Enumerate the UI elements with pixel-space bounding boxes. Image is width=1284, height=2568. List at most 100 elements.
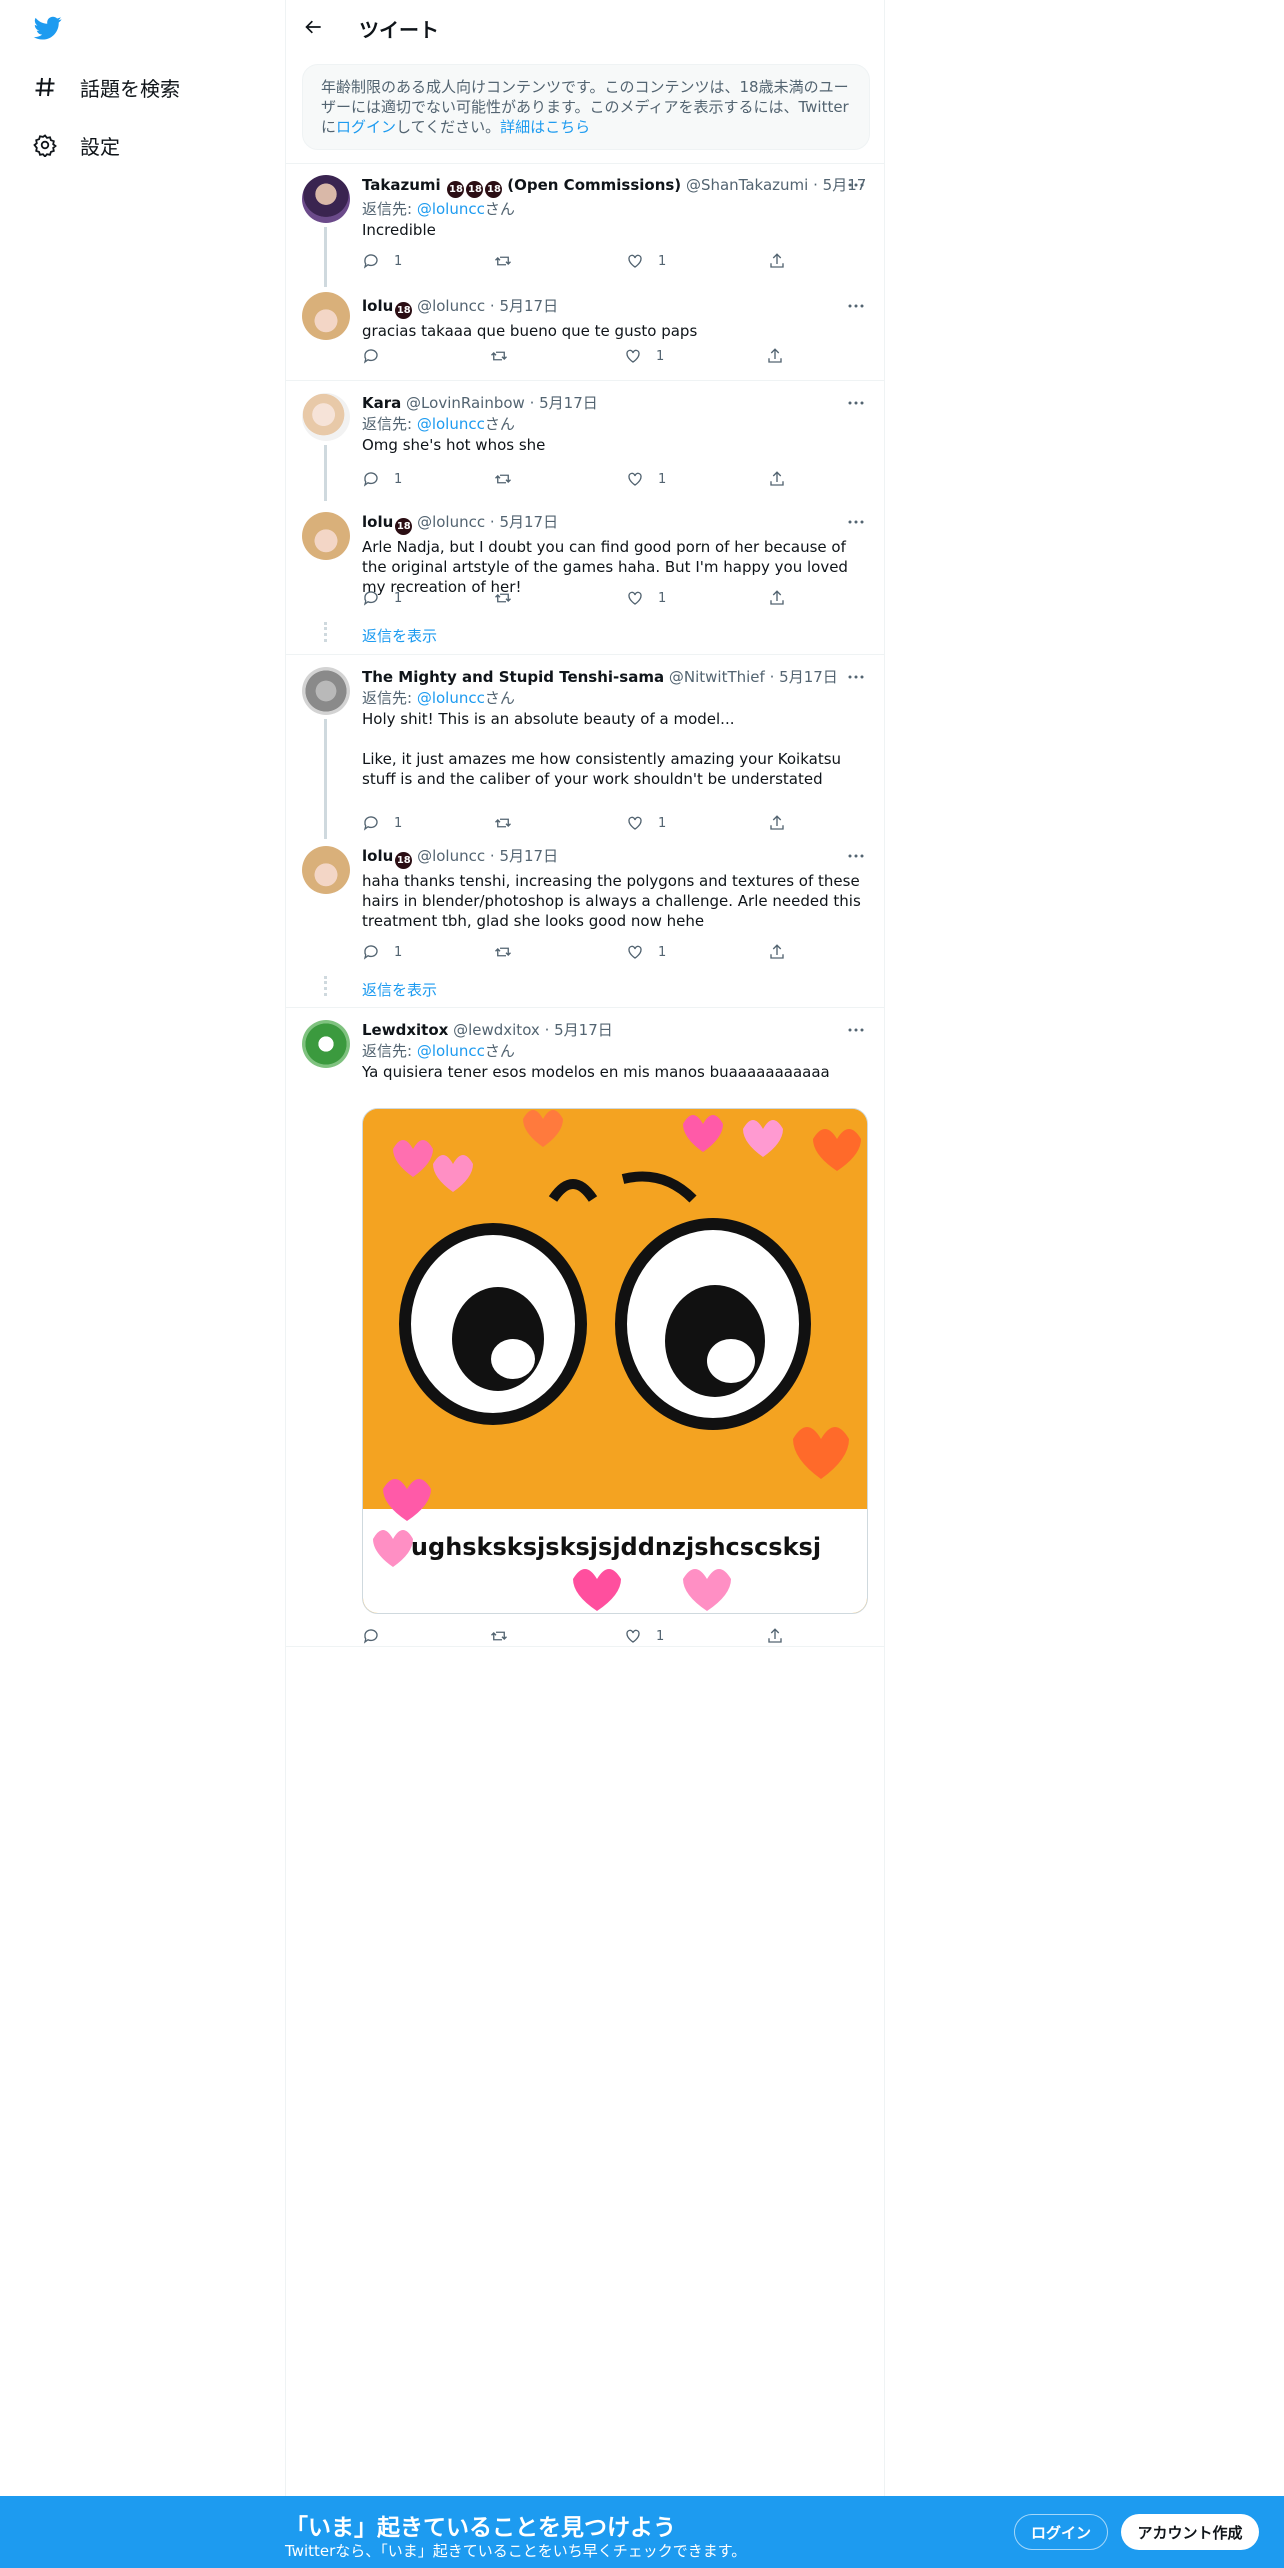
retweet-icon [495,947,511,957]
author-name-suffix[interactable]: (Open Commissions) [507,176,681,194]
avatar[interactable] [302,846,350,894]
like-count: 1 [658,590,667,606]
retweet-button[interactable] [490,346,522,366]
more-icon[interactable] [844,296,868,316]
more-icon[interactable] [844,393,868,413]
tweet-date[interactable]: 5月17日 [499,513,558,531]
author-handle[interactable]: @NitwitThief [669,668,765,686]
reply-button[interactable] [362,1626,394,1646]
reply-button[interactable]: 1 [362,469,402,489]
retweet-button[interactable] [494,251,526,271]
share-button[interactable] [766,346,784,366]
reply-button[interactable]: 1 [362,251,402,271]
login-button[interactable]: ログイン [1014,2514,1108,2550]
avatar[interactable] [302,292,350,340]
mention-link[interactable]: @loluncc [417,415,485,433]
tweet[interactable]: Takazumi 18 18 18 (Open Commissions) @Shan… [286,163,884,287]
share-button[interactable] [768,588,786,608]
retweet-button[interactable] [494,588,526,608]
tweet-media-image[interactable]: ughsksksjsksjsjddnzjshcscsksj [362,1108,868,1614]
author-handle[interactable]: @LovinRainbow [406,394,525,412]
avatar[interactable] [302,175,350,223]
more-icon[interactable] [844,512,868,532]
arrow-left-icon[interactable] [300,13,328,41]
more-icon[interactable] [844,1020,868,1040]
tweet-date[interactable]: 5月17日 [499,297,558,315]
sidebar-item-settings[interactable]: 設定 [32,125,120,165]
like-button[interactable]: 1 [626,469,666,489]
reply-icon [363,1629,378,1644]
author-name[interactable]: The Mighty and Stupid Tenshi-sama [362,668,664,686]
author-name[interactable]: lolu [362,297,393,315]
like-button[interactable]: 1 [624,346,664,366]
like-button[interactable]: 1 [626,813,666,833]
retweet-button[interactable] [494,813,526,833]
login-link[interactable]: ログイン [336,118,396,136]
tweet[interactable]: Kara @LovinRainbow · 5月17日 返信先: @loluncc… [286,381,884,501]
avatar[interactable] [302,512,350,560]
show-replies-link[interactable]: 返信を表示 [362,625,437,646]
age-badge: 18 [466,181,484,198]
tweet[interactable]: Lewdxitox @lewdxitox · 5月17日 返信先: @lolun… [286,1008,884,1646]
banner-subtitle: Twitterなら、「いま」起きていることをいち早くチェックできます。 [285,2542,747,2560]
tweet[interactable]: The Mighty and Stupid Tenshi-sama @Nitwi… [286,655,884,839]
author-handle[interactable]: @loluncc [417,513,485,531]
signup-button[interactable]: アカウント作成 [1121,2514,1259,2550]
twitter-bird-icon[interactable] [32,14,66,44]
like-button[interactable]: 1 [626,251,666,271]
tweet[interactable]: lolu 18 @loluncc · 5月17日 Arle Nadja, but … [286,500,884,642]
reply-button[interactable] [362,346,394,366]
share-button[interactable] [766,1626,784,1646]
tweet[interactable]: lolu 18 @loluncc · 5月17日 haha thanks tens… [286,834,884,996]
share-icon [770,253,784,268]
mention-link[interactable]: @loluncc [417,200,485,218]
age-badge: 18 [395,852,413,869]
reply-button[interactable]: 1 [362,813,402,833]
tweet-date[interactable]: 5月17日 [554,1021,613,1039]
author-name[interactable]: Kara [362,394,401,412]
tweet-date[interactable]: 5月17日 [499,847,558,865]
more-icon[interactable] [844,175,868,195]
like-button[interactable]: 1 [626,942,666,962]
show-replies-link[interactable]: 返信を表示 [362,979,437,1000]
author-name[interactable]: Lewdxitox [362,1021,448,1039]
retweet-button[interactable] [494,469,526,489]
mention-link[interactable]: @loluncc [417,1042,485,1060]
like-button[interactable]: 1 [624,1626,664,1646]
avatar[interactable] [302,667,350,715]
reply-button[interactable]: 1 [362,588,402,608]
tweet-actions: 1 [362,346,802,366]
mention-link[interactable]: @loluncc [417,689,485,707]
more-icon[interactable] [844,667,868,687]
share-button[interactable] [768,942,786,962]
divider [286,1646,884,1647]
reply-to: 返信先: @lolunccさん [362,687,868,709]
share-button[interactable] [768,251,786,271]
avatar[interactable] [302,393,350,441]
reply-button[interactable]: 1 [362,942,402,962]
tweet-date[interactable]: 5月17日 [779,668,838,686]
sidebar-item-explore[interactable]: 話題を検索 [32,67,180,107]
author-handle[interactable]: @ShanTakazumi [686,176,808,194]
share-button[interactable] [768,813,786,833]
author-handle[interactable]: @loluncc [417,297,485,315]
author-handle[interactable]: @lewdxitox [453,1021,540,1039]
author-handle[interactable]: @loluncc [417,847,485,865]
author-name[interactable]: lolu [362,513,393,531]
author-name[interactable]: lolu [362,847,393,865]
tweet-body: lolu 18 @loluncc · 5月17日 Arle Nadja, but … [362,512,868,612]
avatar[interactable] [302,1020,350,1068]
reply-icon [363,591,378,606]
retweet-button[interactable] [494,942,526,962]
details-link[interactable]: 詳細はこちら [500,118,590,136]
retweet-button[interactable] [490,1626,522,1646]
tweet-text: Ya quisiera tener esos modelos en mis ma… [362,1063,830,1081]
heart-icon [628,254,642,268]
tweet-date[interactable]: 5月17日 [539,394,598,412]
tweet-text: Holy shit! This is an absolute beauty of… [362,710,735,728]
share-button[interactable] [768,469,786,489]
more-icon[interactable] [844,846,868,866]
like-button[interactable]: 1 [626,588,666,608]
author-name[interactable]: Takazumi [362,176,441,194]
tweet[interactable]: lolu 18 @loluncc · 5月17日 gracias takaaa q… [286,288,884,378]
